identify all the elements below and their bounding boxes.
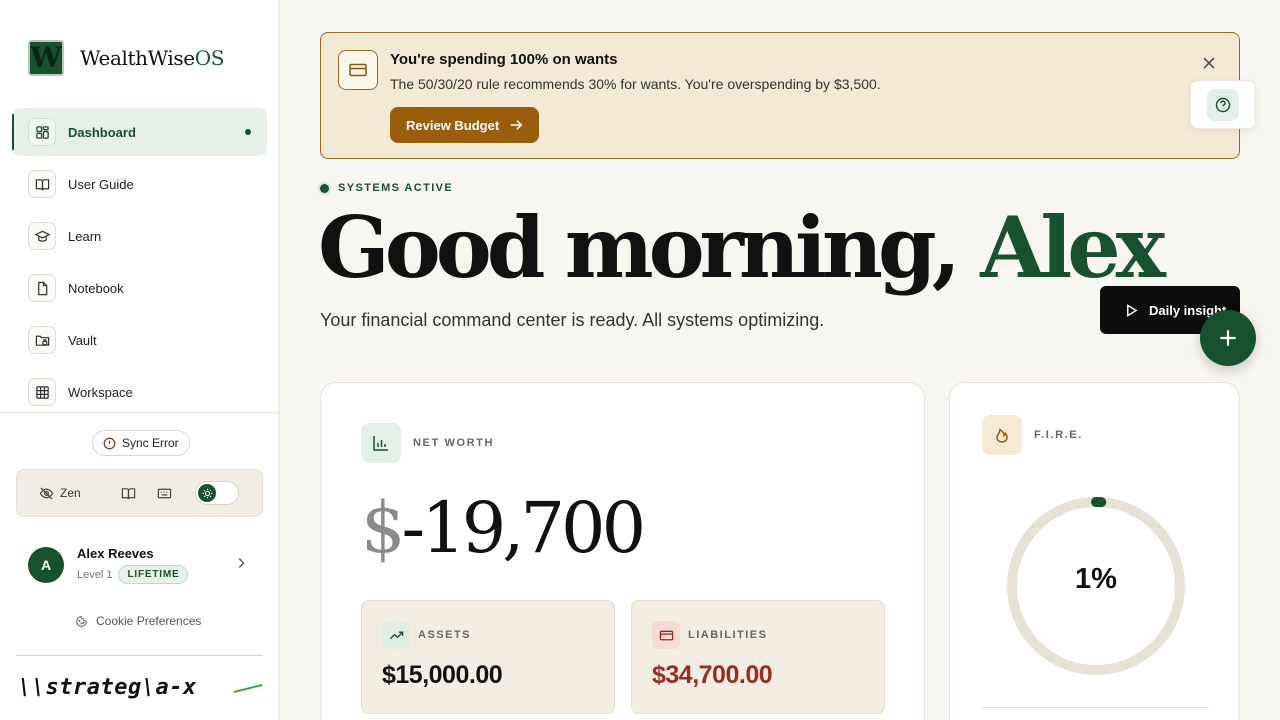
brand-name: WealthWiseOS — [80, 46, 225, 70]
sidebar-item-dashboard[interactable]: Dashboard — [12, 108, 267, 156]
sidebar-item-label: Notebook — [68, 280, 124, 296]
avatar: A — [28, 547, 64, 583]
fire-progress-value: 1% — [1075, 563, 1117, 595]
sidebar-item-notebook[interactable]: Notebook — [12, 264, 267, 312]
brand[interactable]: W WealthWiseOS — [28, 40, 224, 76]
sidebar-item-learn[interactable]: Learn — [12, 212, 267, 260]
cookie-preferences-link[interactable]: Cookie Preferences — [75, 614, 201, 628]
net-worth-label: NET WORTH — [413, 437, 495, 449]
bar-chart-icon — [361, 423, 401, 463]
guide-button[interactable] — [119, 484, 137, 502]
sidebar-item-label: Vault — [68, 332, 97, 348]
sidebar-item-workspace[interactable]: Workspace — [12, 368, 267, 416]
graduation-cap-icon — [28, 222, 56, 250]
zen-label: Zen — [60, 486, 81, 500]
greeting-heading: Good morning, Alex — [318, 198, 1166, 297]
eye-off-icon — [39, 486, 54, 500]
credit-card-icon — [338, 50, 378, 90]
help-icon-wrap — [1207, 88, 1239, 121]
liabilities-card[interactable]: LIABILITIES $34,700.00 — [631, 600, 885, 714]
svg-text:\\strateg\a-x: \\strateg\a-x — [18, 675, 197, 700]
fire-label: F.I.R.E. — [1034, 429, 1083, 441]
theme-toggle[interactable] — [195, 481, 239, 505]
help-circle-icon — [1215, 97, 1231, 112]
sidebar-item-vault[interactable]: Vault — [12, 316, 267, 364]
trending-up-icon — [382, 621, 410, 649]
sync-error-button[interactable]: Sync Error — [92, 430, 190, 456]
sync-error-label: Sync Error — [122, 436, 179, 450]
cookie-label: Cookie Preferences — [96, 614, 202, 628]
divider — [0, 412, 279, 413]
sidebar-item-label: Dashboard — [68, 124, 136, 140]
status-dot — [320, 183, 329, 193]
file-icon — [28, 274, 56, 302]
folder-lock-icon — [28, 326, 56, 354]
footer-brand-logo: \\strateg\a-x — [18, 675, 263, 700]
sidebar: W WealthWiseOS Dashboard User Guide Lear… — [0, 0, 280, 720]
plus-icon — [1220, 330, 1236, 346]
sidebar-item-label: Learn — [68, 228, 102, 244]
net-worth-value: $-19,700 — [361, 487, 646, 569]
sidebar-item-label: User Guide — [68, 176, 134, 192]
profile-name: Alex Reeves — [77, 546, 154, 561]
divider — [16, 655, 263, 656]
flame-icon — [982, 415, 1022, 455]
help-button[interactable] — [1190, 80, 1256, 129]
alert-message: The 50/30/20 rule recommends 30% for wan… — [390, 76, 881, 92]
alert-title: You're spending 100% on wants — [390, 51, 618, 68]
assets-card[interactable]: ASSETS $15,000.00 — [361, 600, 615, 714]
profile-info: Alex Reeves Level 1 LIFETIME — [77, 546, 189, 584]
net-worth-card: NET WORTH $-19,700 ASSETS $15,000.00 LIA… — [320, 382, 925, 720]
sidebar-item-label: Workspace — [68, 384, 133, 400]
review-budget-button[interactable]: Review Budget — [390, 107, 540, 143]
assets-value: $15,000.00 — [382, 661, 503, 689]
sidebar-item-user-guide[interactable]: User Guide — [12, 160, 267, 208]
profile-meta: Level 1 LIFETIME — [77, 565, 189, 584]
play-icon — [1127, 303, 1138, 317]
active-indicator — [245, 129, 251, 135]
status-label: SYSTEMS ACTIVE — [338, 182, 454, 194]
review-budget-label: Review Budget — [406, 117, 500, 133]
assets-label: ASSETS — [418, 629, 472, 641]
keyboard-icon — [157, 488, 171, 498]
toggle-knob — [198, 484, 216, 502]
user-first-name: Alex — [980, 198, 1166, 297]
user-profile[interactable]: A Alex Reeves Level 1 LIFETIME — [28, 543, 254, 587]
book-icon — [121, 487, 135, 499]
alert-circle-icon — [103, 437, 116, 449]
cookie-icon — [76, 615, 87, 627]
add-button[interactable] — [1200, 310, 1256, 366]
greeting-subtitle: Your financial command center is ready. … — [320, 310, 825, 330]
book-open-icon — [28, 170, 56, 198]
budget-alert-banner: You're spending 100% on wants The 50/30/… — [320, 32, 1240, 159]
grid-icon — [28, 378, 56, 406]
arrow-right-icon — [510, 120, 523, 130]
sidebar-toolbar: Zen — [16, 469, 263, 517]
sidebar-nav: Dashboard User Guide Learn Notebook Vaul… — [12, 108, 267, 420]
credit-card-icon — [652, 621, 680, 649]
zen-mode-button[interactable]: Zen — [39, 486, 101, 501]
liabilities-value: $34,700.00 — [652, 661, 773, 689]
fire-card: F.I.R.E. 1% — [949, 382, 1240, 720]
brand-logo: W — [28, 40, 64, 76]
close-icon[interactable] — [1201, 55, 1217, 71]
profile-level: Level 1 — [77, 568, 113, 581]
systems-status: SYSTEMS ACTIVE — [320, 182, 453, 194]
keyboard-shortcuts-button[interactable] — [155, 484, 173, 502]
divider — [982, 707, 1209, 708]
dashboard-icon — [28, 118, 56, 146]
liabilities-label: LIABILITIES — [688, 629, 768, 641]
sun-icon — [202, 488, 212, 498]
plan-badge: LIFETIME — [118, 565, 189, 584]
chevron-right-icon — [238, 558, 245, 568]
